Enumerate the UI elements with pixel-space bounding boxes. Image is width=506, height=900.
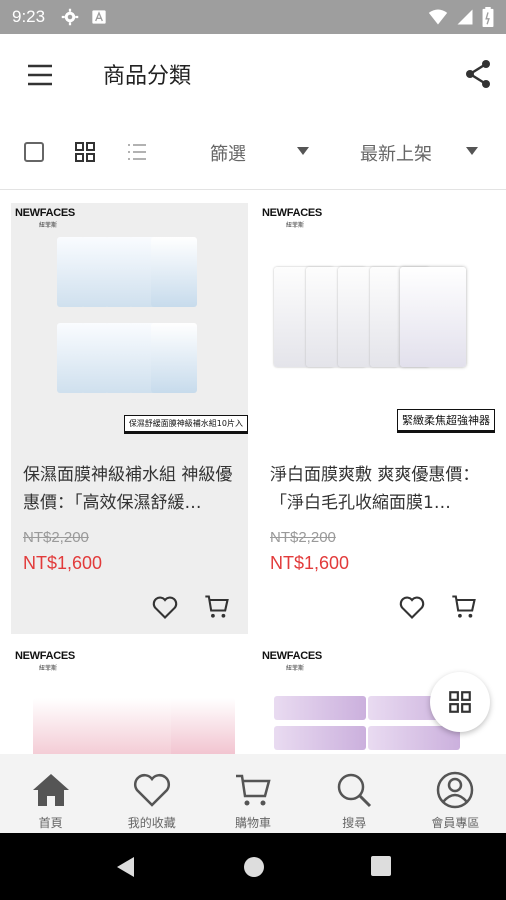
settings-icon xyxy=(61,8,79,26)
nav-label: 會員專區 xyxy=(431,816,480,830)
nav-item-member[interactable]: 會員專區 xyxy=(405,754,506,833)
nav-item-search[interactable]: 搜尋 xyxy=(304,754,405,833)
sale-price: NT$1,600 xyxy=(270,553,350,573)
recents-icon[interactable] xyxy=(370,855,392,877)
product-grid: NEWFACES 紐菲斯 保濕舒緩面膜神級補水組10片入 保濕面膜神級補水組 神… xyxy=(0,190,506,754)
product-name[interactable]: 淨白面膜爽敷 爽爽優惠價：「淨白毛孔收縮面膜1… xyxy=(270,461,490,519)
product-name[interactable]: 保濕面膜神級補水組 神級優惠價：「高效保濕舒緩… xyxy=(23,461,243,519)
nav-item-cart[interactable]: 購物車 xyxy=(202,754,303,833)
product-card[interactable]: NEWFACES 紐菲斯 緊緻柔焦超強神器 淨白面膜爽敷 爽爽優惠價：「淨白毛孔… xyxy=(258,203,495,634)
menu-icon[interactable] xyxy=(22,62,58,90)
cart-icon[interactable] xyxy=(203,593,231,621)
brand-subtitle: 紐菲斯 xyxy=(286,222,305,229)
brand-logo: NEWFACES xyxy=(15,207,75,219)
original-price: NT$2,200 xyxy=(270,529,336,546)
home-button-icon[interactable] xyxy=(242,855,266,879)
category-menu-button[interactable] xyxy=(430,672,490,732)
nav-label: 首頁 xyxy=(38,816,63,830)
signal-icon xyxy=(457,9,473,25)
status-bar: 9:23 xyxy=(0,0,506,34)
brand-logo: NEWFACES xyxy=(262,207,322,219)
product-card[interactable]: NEWFACES 紐菲斯 xyxy=(11,646,248,754)
nav-label: 搜尋 xyxy=(342,816,367,830)
nav-label: 購物車 xyxy=(235,816,272,830)
nav-label: 我的收藏 xyxy=(127,816,176,830)
brand-subtitle: 紐菲斯 xyxy=(286,665,305,672)
bottom-nav: 首頁 我的收藏 購物車 搜尋 會員專區 xyxy=(0,754,506,833)
view-toolbar: 篩選 最新上架 xyxy=(0,116,506,190)
cart-icon[interactable] xyxy=(450,593,478,621)
sort-dropdown[interactable]: 最新上架 xyxy=(360,140,432,166)
product-image: NEWFACES 紐菲斯 緊緻柔焦超強神器 xyxy=(258,203,495,440)
product-tagline: 保濕舒緩面膜神級補水組10片入 xyxy=(123,415,248,434)
brand-logo: NEWFACES xyxy=(15,650,75,662)
original-price: NT$2,200 xyxy=(23,529,89,546)
page-title: 商品分類 xyxy=(103,64,192,89)
user-icon xyxy=(437,771,474,809)
cart-icon xyxy=(236,774,271,806)
filter-dropdown[interactable]: 篩選 xyxy=(210,140,246,166)
status-time: 9:23 xyxy=(12,7,46,26)
search-icon xyxy=(337,773,372,808)
sort-chevron-down-icon[interactable] xyxy=(466,147,478,155)
product-tagline: 緊緻柔焦超強神器 xyxy=(397,409,495,433)
grid-view-icon xyxy=(449,691,471,713)
battery-icon xyxy=(482,7,494,27)
brand-logo: NEWFACES xyxy=(262,650,322,662)
home-icon xyxy=(32,774,69,806)
heart-icon[interactable] xyxy=(151,593,179,621)
share-icon[interactable] xyxy=(462,58,494,90)
product-card[interactable]: NEWFACES 紐菲斯 保濕舒緩面膜神級補水組10片入 保濕面膜神級補水組 神… xyxy=(11,203,248,634)
font-icon xyxy=(92,10,106,24)
back-icon[interactable] xyxy=(114,855,138,879)
nav-item-home[interactable]: 首頁 xyxy=(0,754,101,833)
single-view-icon[interactable] xyxy=(22,140,46,164)
sale-price: NT$1,600 xyxy=(23,553,103,573)
nav-item-favorites[interactable]: 我的收藏 xyxy=(101,754,202,833)
heart-icon[interactable] xyxy=(398,593,426,621)
brand-subtitle: 紐菲斯 xyxy=(39,665,58,672)
brand-subtitle: 紐菲斯 xyxy=(39,222,58,229)
filter-chevron-down-icon[interactable] xyxy=(297,147,309,155)
app-bar: 商品分類 xyxy=(0,34,506,116)
heart-icon xyxy=(133,774,170,807)
grid-view-icon[interactable] xyxy=(73,140,97,164)
list-view-icon[interactable] xyxy=(125,140,149,164)
product-image: NEWFACES 紐菲斯 xyxy=(11,646,248,754)
system-nav-bar xyxy=(0,833,506,900)
wifi-icon xyxy=(428,9,448,25)
product-image: NEWFACES 紐菲斯 保濕舒緩面膜神級補水組10片入 xyxy=(11,203,248,440)
